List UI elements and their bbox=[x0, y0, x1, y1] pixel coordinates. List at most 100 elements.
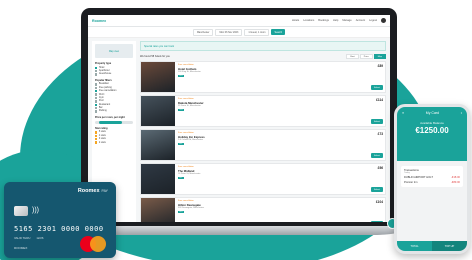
hotel-result[interactable]: Free cancellation Dakota Manchester 29 Duc… bbox=[140, 95, 386, 127]
facility-checkbox[interactable]: Gym bbox=[95, 96, 133, 100]
phone-bell-icon[interactable]: • bbox=[461, 111, 462, 115]
property-type-label: Hotel bbox=[98, 66, 105, 69]
checkbox-icon bbox=[95, 86, 98, 89]
card-holder: ROOMEX bbox=[14, 246, 28, 250]
hotel-info: Free cancellation Hotel Gotham 100 King St… bbox=[175, 62, 363, 92]
info-banner: Special rates you can book bbox=[140, 41, 386, 51]
hotel-result[interactable]: Free cancellation Hilton Deansgate 303 Dea… bbox=[140, 197, 386, 222]
card-brand-name: Roomex bbox=[77, 188, 100, 194]
price-slider-fill bbox=[98, 120, 122, 124]
phone-menu-icon[interactable]: ≡ bbox=[402, 111, 404, 115]
price-slider[interactable] bbox=[95, 120, 133, 124]
hotel-name[interactable]: Hotel Gotham bbox=[178, 67, 360, 71]
nav-link[interactable]: Logout bbox=[369, 19, 377, 22]
facility-checkbox[interactable]: Pool bbox=[95, 100, 133, 103]
sort-tabs: Best Price Map bbox=[346, 54, 386, 59]
transactions-date: Today bbox=[404, 172, 410, 174]
hotel-rating-badge: 8.1 bbox=[178, 142, 184, 146]
star-filter[interactable]: 5 stars bbox=[95, 131, 133, 134]
valid-label: VALID THRU bbox=[14, 236, 31, 240]
property-type-checkbox[interactable]: Guesthouse bbox=[95, 73, 133, 76]
star-filter[interactable]: 3 stars bbox=[95, 137, 133, 141]
select-hotel-button[interactable]: Select bbox=[370, 221, 383, 222]
guests-field[interactable]: 1 Guest, 1 room bbox=[244, 28, 270, 36]
chip-icon bbox=[14, 206, 28, 216]
nav-link[interactable]: Bookings bbox=[318, 19, 329, 22]
hotel-photo[interactable] bbox=[141, 164, 175, 194]
hotel-result[interactable]: Free cancellation Hotel Gotham 100 King St… bbox=[140, 61, 386, 93]
hotel-result[interactable]: Free cancellation The Midland 16 Peter St,… bbox=[140, 163, 386, 195]
checkbox-icon bbox=[95, 96, 98, 100]
hotel-name[interactable]: Hilton Deansgate bbox=[178, 203, 360, 207]
select-hotel-button[interactable]: Select bbox=[370, 153, 383, 158]
destination-field[interactable]: Manchester bbox=[192, 28, 214, 36]
star-heading: Star rating bbox=[95, 126, 108, 130]
facility-checkbox[interactable]: Free cancellation bbox=[95, 89, 133, 93]
checkbox-icon bbox=[95, 100, 98, 103]
facility-checkbox[interactable]: Parking bbox=[95, 110, 133, 113]
laptop-screen: Roomex Hotels Locations Bookings Help Manage… bbox=[88, 15, 390, 222]
checkbox-icon bbox=[95, 106, 98, 110]
facility-checkbox[interactable]: Wi-Fi bbox=[95, 93, 133, 96]
search-button[interactable]: Search bbox=[271, 29, 286, 35]
facility-label: Breakfast bbox=[98, 83, 109, 86]
select-hotel-button[interactable]: Select bbox=[370, 119, 383, 124]
checkbox-icon bbox=[95, 110, 98, 113]
nav-link[interactable]: Locations bbox=[303, 19, 314, 22]
phone-footer: TOTAL TOP UP bbox=[397, 241, 467, 251]
checkin-field[interactable]: Mon 06 Nov 2023 bbox=[215, 28, 243, 36]
map-preview[interactable]: Map view bbox=[95, 44, 133, 58]
hotel-photo[interactable] bbox=[141, 130, 175, 160]
checkbox-icon bbox=[95, 66, 98, 69]
hotel-photo[interactable] bbox=[141, 96, 175, 126]
sort-tab[interactable]: Price bbox=[359, 54, 373, 59]
nav-link[interactable]: Manage bbox=[342, 19, 351, 22]
transactions-card: Transactions Today DUBLIN AIRPORT HOLT -€… bbox=[401, 166, 463, 187]
hotel-name[interactable]: The Midland bbox=[178, 169, 360, 173]
star-icon bbox=[95, 134, 98, 137]
phone-header: ≡ My Card • Available Balance €1250.00 bbox=[397, 107, 467, 161]
facility-checkbox[interactable]: Bar bbox=[95, 106, 133, 110]
transaction-row[interactable]: DUBLIN AIRPORT HOLT -€18.00 bbox=[404, 176, 460, 179]
hotel-address: 16 Peter St, Manchester bbox=[178, 173, 201, 175]
hotel-rating-badge: 8.9 bbox=[178, 74, 184, 78]
hotel-photo[interactable] bbox=[141, 62, 175, 92]
sort-tab[interactable]: Map bbox=[373, 54, 386, 59]
phone-tab-total[interactable]: TOTAL bbox=[397, 241, 432, 251]
hotel-price-column: £96 Select bbox=[363, 164, 385, 194]
hotel-name[interactable]: Dakota Manchester bbox=[178, 101, 360, 105]
select-hotel-button[interactable]: Select bbox=[370, 187, 383, 192]
checkbox-icon bbox=[95, 93, 98, 96]
hotel-price-column: £89 Select bbox=[363, 62, 385, 92]
property-type-checkbox[interactable]: Aparthotel bbox=[95, 69, 133, 73]
hotel-name[interactable]: Holiday Inn Express bbox=[178, 135, 360, 139]
hotel-address: 303 Deansgate, Manchester bbox=[178, 207, 205, 209]
hotel-address: 2-4 Oxford Rd, Manchester bbox=[178, 139, 204, 141]
star-filter[interactable]: 2 stars bbox=[95, 141, 133, 144]
transaction-row[interactable]: Premier Inn -€89.00 bbox=[404, 181, 460, 184]
phone-tab-topup[interactable]: TOP UP bbox=[432, 241, 467, 251]
facility-checkbox[interactable]: Restaurant bbox=[95, 103, 133, 106]
property-type-checkbox[interactable]: Hotel bbox=[95, 66, 133, 69]
laptop-frame: Roomex Hotels Locations Bookings Help Manage… bbox=[81, 8, 397, 228]
facility-checkbox[interactable]: Breakfast bbox=[95, 83, 133, 86]
hotel-info: Free cancellation The Midland 16 Peter St,… bbox=[175, 164, 363, 194]
avatar[interactable] bbox=[381, 18, 386, 23]
results-header: We found 58 hotels for you Best Price Map bbox=[140, 54, 386, 59]
laptop-base bbox=[66, 226, 412, 235]
nav-link[interactable]: Account bbox=[356, 19, 365, 22]
star-filter-label: 5 stars bbox=[98, 131, 106, 134]
app-logo[interactable]: Roomex bbox=[92, 19, 106, 23]
hotel-result[interactable]: Free cancellation Holiday Inn Express 2-4 … bbox=[140, 129, 386, 161]
payment-card: Roomex PAY ))) 5165 2301 0000 0000 VALID… bbox=[4, 182, 116, 258]
sort-tab[interactable]: Best bbox=[346, 54, 359, 59]
star-filter[interactable]: 4 stars bbox=[95, 134, 133, 137]
facility-checkbox[interactable]: Free parking bbox=[95, 86, 133, 89]
checkbox-icon bbox=[95, 83, 98, 86]
select-hotel-button[interactable]: Select bbox=[370, 85, 383, 90]
card-number: 5165 2301 0000 0000 bbox=[14, 225, 104, 233]
checkbox-icon bbox=[95, 69, 98, 73]
nav-link[interactable]: Help bbox=[333, 19, 338, 22]
hotel-photo[interactable] bbox=[141, 198, 175, 222]
nav-link[interactable]: Hotels bbox=[292, 19, 299, 22]
